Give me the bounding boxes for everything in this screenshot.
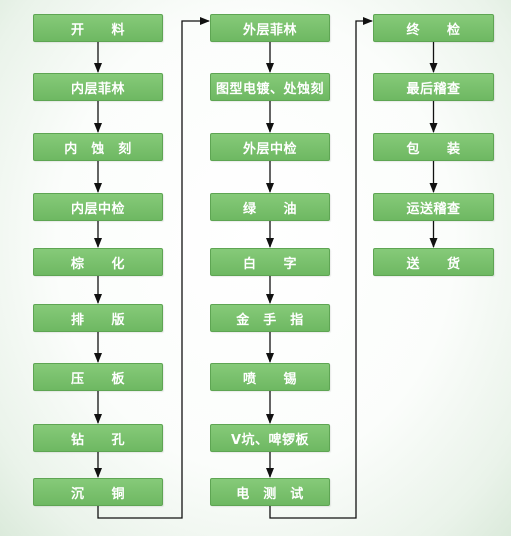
process-step-node: 内 蚀 刻 xyxy=(33,133,163,161)
process-step-node: 终 检 xyxy=(373,14,494,42)
process-step-node: 外层中检 xyxy=(210,133,330,161)
process-step-node: 沉 铜 xyxy=(33,478,163,506)
process-step-node: 棕 化 xyxy=(33,248,163,276)
process-step-node: 排 版 xyxy=(33,304,163,332)
process-step-node: 钻 孔 xyxy=(33,424,163,452)
process-step-node: 运送稽查 xyxy=(373,193,494,221)
pcb-process-flowchart: 开 料内层菲林内 蚀 刻内层中检棕 化排 版压 板钻 孔沉 铜 外层菲林图型电镀、… xyxy=(0,0,511,536)
process-step-node: 绿 油 xyxy=(210,193,330,221)
process-step-node: 内层菲林 xyxy=(33,73,163,101)
process-step-node: 白 字 xyxy=(210,248,330,276)
process-step-node: 电 测 试 xyxy=(210,478,330,506)
process-step-node: 金 手 指 xyxy=(210,304,330,332)
process-step-node: 包 装 xyxy=(373,133,494,161)
process-step-node: V坑、啤锣板 xyxy=(210,424,330,452)
process-step-node: 图型电镀、处蚀刻 xyxy=(210,73,330,101)
process-step-node: 最后稽查 xyxy=(373,73,494,101)
process-step-node: 开 料 xyxy=(33,14,163,42)
process-step-node: 外层菲林 xyxy=(210,14,330,42)
process-step-node: 送 货 xyxy=(373,248,494,276)
process-step-node: 内层中检 xyxy=(33,193,163,221)
process-step-node: 喷 锡 xyxy=(210,363,330,391)
process-step-node: 压 板 xyxy=(33,363,163,391)
